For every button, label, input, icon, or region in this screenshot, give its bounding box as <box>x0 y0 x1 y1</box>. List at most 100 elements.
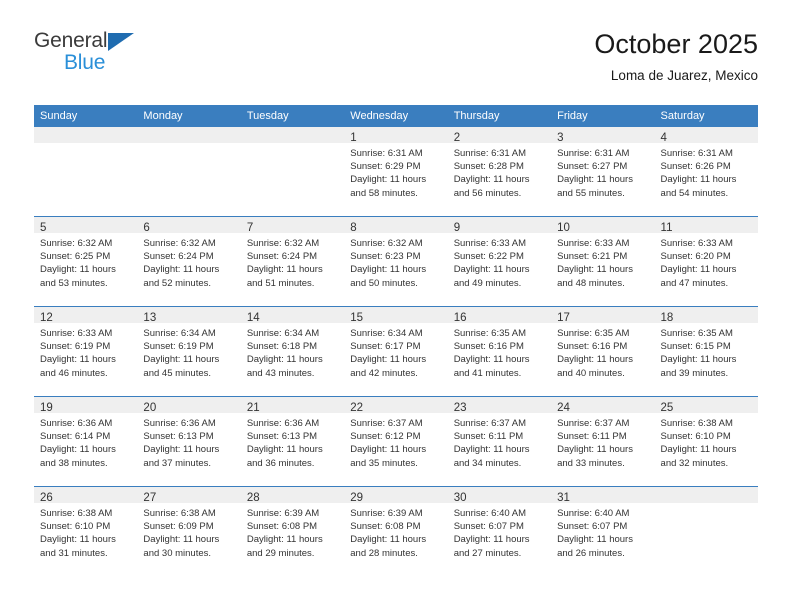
day-number-band: 12 <box>34 307 138 324</box>
calendar-header-row: Sunday Monday Tuesday Wednesday Thursday Frid… <box>34 105 758 127</box>
day-details: Sunrise: 6:36 AM Sunset: 6:14 PM Daylight:… <box>34 413 137 470</box>
sunrise-text: Sunrise: 6:34 AM <box>246 328 320 339</box>
day-cell-2[interactable]: 2 Sunrise: 6:31 AM Sunset: 6:28 PM Daylight… <box>447 127 552 216</box>
sunrise-text: Sunrise: 6:35 AM <box>453 328 527 339</box>
day-number: 23 <box>453 402 467 414</box>
day-cell-25[interactable]: 25 Sunrise: 6:38 AM Sunset: 6:10 PM Dayligh… <box>654 397 758 486</box>
daylight-text-cont: and 56 minutes. <box>453 187 522 199</box>
sunset-text: Sunset: 6:09 PM <box>143 521 214 533</box>
day-details: Sunrise: 6:34 AM Sunset: 6:19 PM Daylight:… <box>137 323 240 380</box>
day-cell-15[interactable]: 15 Sunrise: 6:34 AM Sunset: 6:17 PM Dayligh… <box>344 307 448 396</box>
day-number: 20 <box>143 402 157 414</box>
day-cell-26[interactable]: 26 Sunrise: 6:38 AM Sunset: 6:10 PM Dayligh… <box>34 487 138 576</box>
daylight-text-cont: and 36 minutes. <box>246 457 315 469</box>
daylight-text-cont: and 35 minutes. <box>350 457 418 469</box>
day-number: 25 <box>660 402 674 414</box>
day-number-band: 26 <box>34 487 138 504</box>
day-cell-21[interactable]: 21 Sunrise: 6:36 AM Sunset: 6:13 PM Dayligh… <box>240 397 345 486</box>
day-cell-empty <box>654 487 758 576</box>
day-cell-31[interactable]: 31 Sunrise: 6:40 AM Sunset: 6:07 PM Dayligh… <box>551 487 655 576</box>
day-number-band: 13 <box>137 307 241 324</box>
day-cell-22[interactable]: 22 Sunrise: 6:37 AM Sunset: 6:12 PM Dayligh… <box>344 397 448 486</box>
day-number-band: 31 <box>551 487 655 504</box>
daylight-text: Daylight: 11 hours <box>40 534 116 546</box>
day-number-band: 25 <box>654 397 758 414</box>
sunrise-text: Sunrise: 6:32 AM <box>143 238 216 249</box>
day-cell-24[interactable]: 24 Sunrise: 6:37 AM Sunset: 6:11 PM Dayligh… <box>551 397 655 486</box>
sunrise-text: Sunrise: 6:34 AM <box>350 328 423 339</box>
calendar-page: General Blue October 2025 Loma de Juarez… <box>0 0 792 612</box>
day-cell-27[interactable]: 27 Sunrise: 6:38 AM Sunset: 6:09 PM Dayligh… <box>137 487 241 576</box>
daylight-text: Daylight: 11 hours <box>350 354 427 366</box>
daylight-text: Daylight: 11 hours <box>246 264 323 276</box>
day-details: Sunrise: 6:32 AM Sunset: 6:24 PM Daylight:… <box>241 233 344 290</box>
day-number-band: 5 <box>34 217 138 234</box>
day-cell-5[interactable]: 5 Sunrise: 6:32 AM Sunset: 6:25 PM Daylight… <box>34 217 138 306</box>
day-cell-18[interactable]: 18 Sunrise: 6:35 AM Sunset: 6:15 PM Dayligh… <box>654 307 758 396</box>
day-details: Sunrise: 6:35 AM Sunset: 6:16 PM Daylight:… <box>448 323 551 380</box>
sunrise-text: Sunrise: 6:33 AM <box>557 238 630 249</box>
day-cell-1[interactable]: 1 Sunrise: 6:31 AM Sunset: 6:29 PM Daylight… <box>344 127 448 216</box>
daylight-text: Daylight: 11 hours <box>453 534 530 546</box>
sunset-text: Sunset: 6:13 PM <box>143 431 214 443</box>
sunset-text: Sunset: 6:24 PM <box>143 251 214 263</box>
calendar-week-row: 26 Sunrise: 6:38 AM Sunset: 6:10 PM Dayligh… <box>34 486 758 576</box>
day-details: Sunrise: 6:35 AM Sunset: 6:15 PM Daylight:… <box>655 323 758 380</box>
day-number-band <box>654 487 758 503</box>
daylight-text: Daylight: 11 hours <box>557 174 633 186</box>
day-details: Sunrise: 6:33 AM Sunset: 6:20 PM Daylight:… <box>655 233 758 290</box>
sunset-text: Sunset: 6:28 PM <box>453 161 524 173</box>
day-details: Sunrise: 6:34 AM Sunset: 6:17 PM Daylight:… <box>344 323 447 380</box>
sunset-text: Sunset: 6:21 PM <box>557 251 628 263</box>
daylight-text-cont: and 26 minutes. <box>557 547 625 559</box>
day-number: 24 <box>557 402 570 414</box>
day-details: Sunrise: 6:33 AM Sunset: 6:19 PM Daylight:… <box>34 323 137 380</box>
day-number: 12 <box>40 312 53 324</box>
sunrise-text: Sunrise: 6:36 AM <box>246 418 320 429</box>
day-cell-7[interactable]: 7 Sunrise: 6:32 AM Sunset: 6:24 PM Daylight… <box>240 217 345 306</box>
daylight-text: Daylight: 11 hours <box>350 174 427 186</box>
day-number: 22 <box>350 402 364 414</box>
sunset-text: Sunset: 6:13 PM <box>246 431 318 443</box>
day-cell-9[interactable]: 9 Sunrise: 6:33 AM Sunset: 6:22 PM Daylight… <box>447 217 552 306</box>
day-details <box>34 143 137 147</box>
day-number: 28 <box>246 492 260 504</box>
sunset-text: Sunset: 6:10 PM <box>660 431 731 443</box>
daylight-text-cont: and 28 minutes. <box>350 547 418 559</box>
daylight-text: Daylight: 11 hours <box>557 264 633 276</box>
day-cell-3[interactable]: 3 Sunrise: 6:31 AM Sunset: 6:27 PM Daylight… <box>551 127 655 216</box>
day-cell-8[interactable]: 8 Sunrise: 6:32 AM Sunset: 6:23 PM Daylight… <box>344 217 448 306</box>
day-cell-30[interactable]: 30 Sunrise: 6:40 AM Sunset: 6:07 PM Dayligh… <box>447 487 552 576</box>
weekday-header-sunday: Sunday <box>34 105 138 127</box>
daylight-text-cont: and 54 minutes. <box>660 187 729 199</box>
day-cell-14[interactable]: 14 Sunrise: 6:34 AM Sunset: 6:18 PM Dayligh… <box>240 307 345 396</box>
day-cell-29[interactable]: 29 Sunrise: 6:39 AM Sunset: 6:08 PM Dayligh… <box>344 487 448 576</box>
daylight-text-cont: and 46 minutes. <box>40 367 108 379</box>
daylight-text: Daylight: 11 hours <box>453 444 530 456</box>
day-cell-11[interactable]: 11 Sunrise: 6:33 AM Sunset: 6:20 PM Dayligh… <box>654 217 758 306</box>
sunrise-text: Sunrise: 6:40 AM <box>557 508 630 519</box>
day-cell-28[interactable]: 28 Sunrise: 6:39 AM Sunset: 6:08 PM Dayligh… <box>240 487 345 576</box>
day-cell-4[interactable]: 4 Sunrise: 6:31 AM Sunset: 6:26 PM Daylight… <box>654 127 758 216</box>
day-cell-19[interactable]: 19 Sunrise: 6:36 AM Sunset: 6:14 PM Dayligh… <box>34 397 138 486</box>
daylight-text-cont: and 27 minutes. <box>453 547 522 559</box>
day-cell-17[interactable]: 17 Sunrise: 6:35 AM Sunset: 6:16 PM Dayligh… <box>551 307 655 396</box>
day-cell-23[interactable]: 23 Sunrise: 6:37 AM Sunset: 6:11 PM Dayligh… <box>447 397 552 486</box>
daylight-text: Daylight: 11 hours <box>246 444 323 456</box>
sunrise-text: Sunrise: 6:31 AM <box>350 148 423 159</box>
daylight-text-cont: and 43 minutes. <box>246 367 315 379</box>
day-cell-12[interactable]: 12 Sunrise: 6:33 AM Sunset: 6:19 PM Dayligh… <box>34 307 138 396</box>
day-cell-10[interactable]: 10 Sunrise: 6:33 AM Sunset: 6:21 PM Dayligh… <box>551 217 655 306</box>
day-cell-6[interactable]: 6 Sunrise: 6:32 AM Sunset: 6:24 PM Daylight… <box>137 217 241 306</box>
day-details: Sunrise: 6:39 AM Sunset: 6:08 PM Daylight:… <box>344 503 447 560</box>
day-cell-20[interactable]: 20 Sunrise: 6:36 AM Sunset: 6:13 PM Dayligh… <box>137 397 241 486</box>
day-cell-13[interactable]: 13 Sunrise: 6:34 AM Sunset: 6:19 PM Dayligh… <box>137 307 241 396</box>
day-number: 31 <box>557 492 570 504</box>
daylight-text-cont: and 38 minutes. <box>40 457 108 469</box>
daylight-text-cont: and 39 minutes. <box>660 367 729 379</box>
sunset-text: Sunset: 6:08 PM <box>246 521 318 533</box>
day-details: Sunrise: 6:33 AM Sunset: 6:21 PM Daylight:… <box>551 233 654 290</box>
sunset-text: Sunset: 6:23 PM <box>350 251 421 263</box>
day-cell-16[interactable]: 16 Sunrise: 6:35 AM Sunset: 6:16 PM Dayligh… <box>447 307 552 396</box>
daylight-text-cont: and 32 minutes. <box>660 457 729 469</box>
